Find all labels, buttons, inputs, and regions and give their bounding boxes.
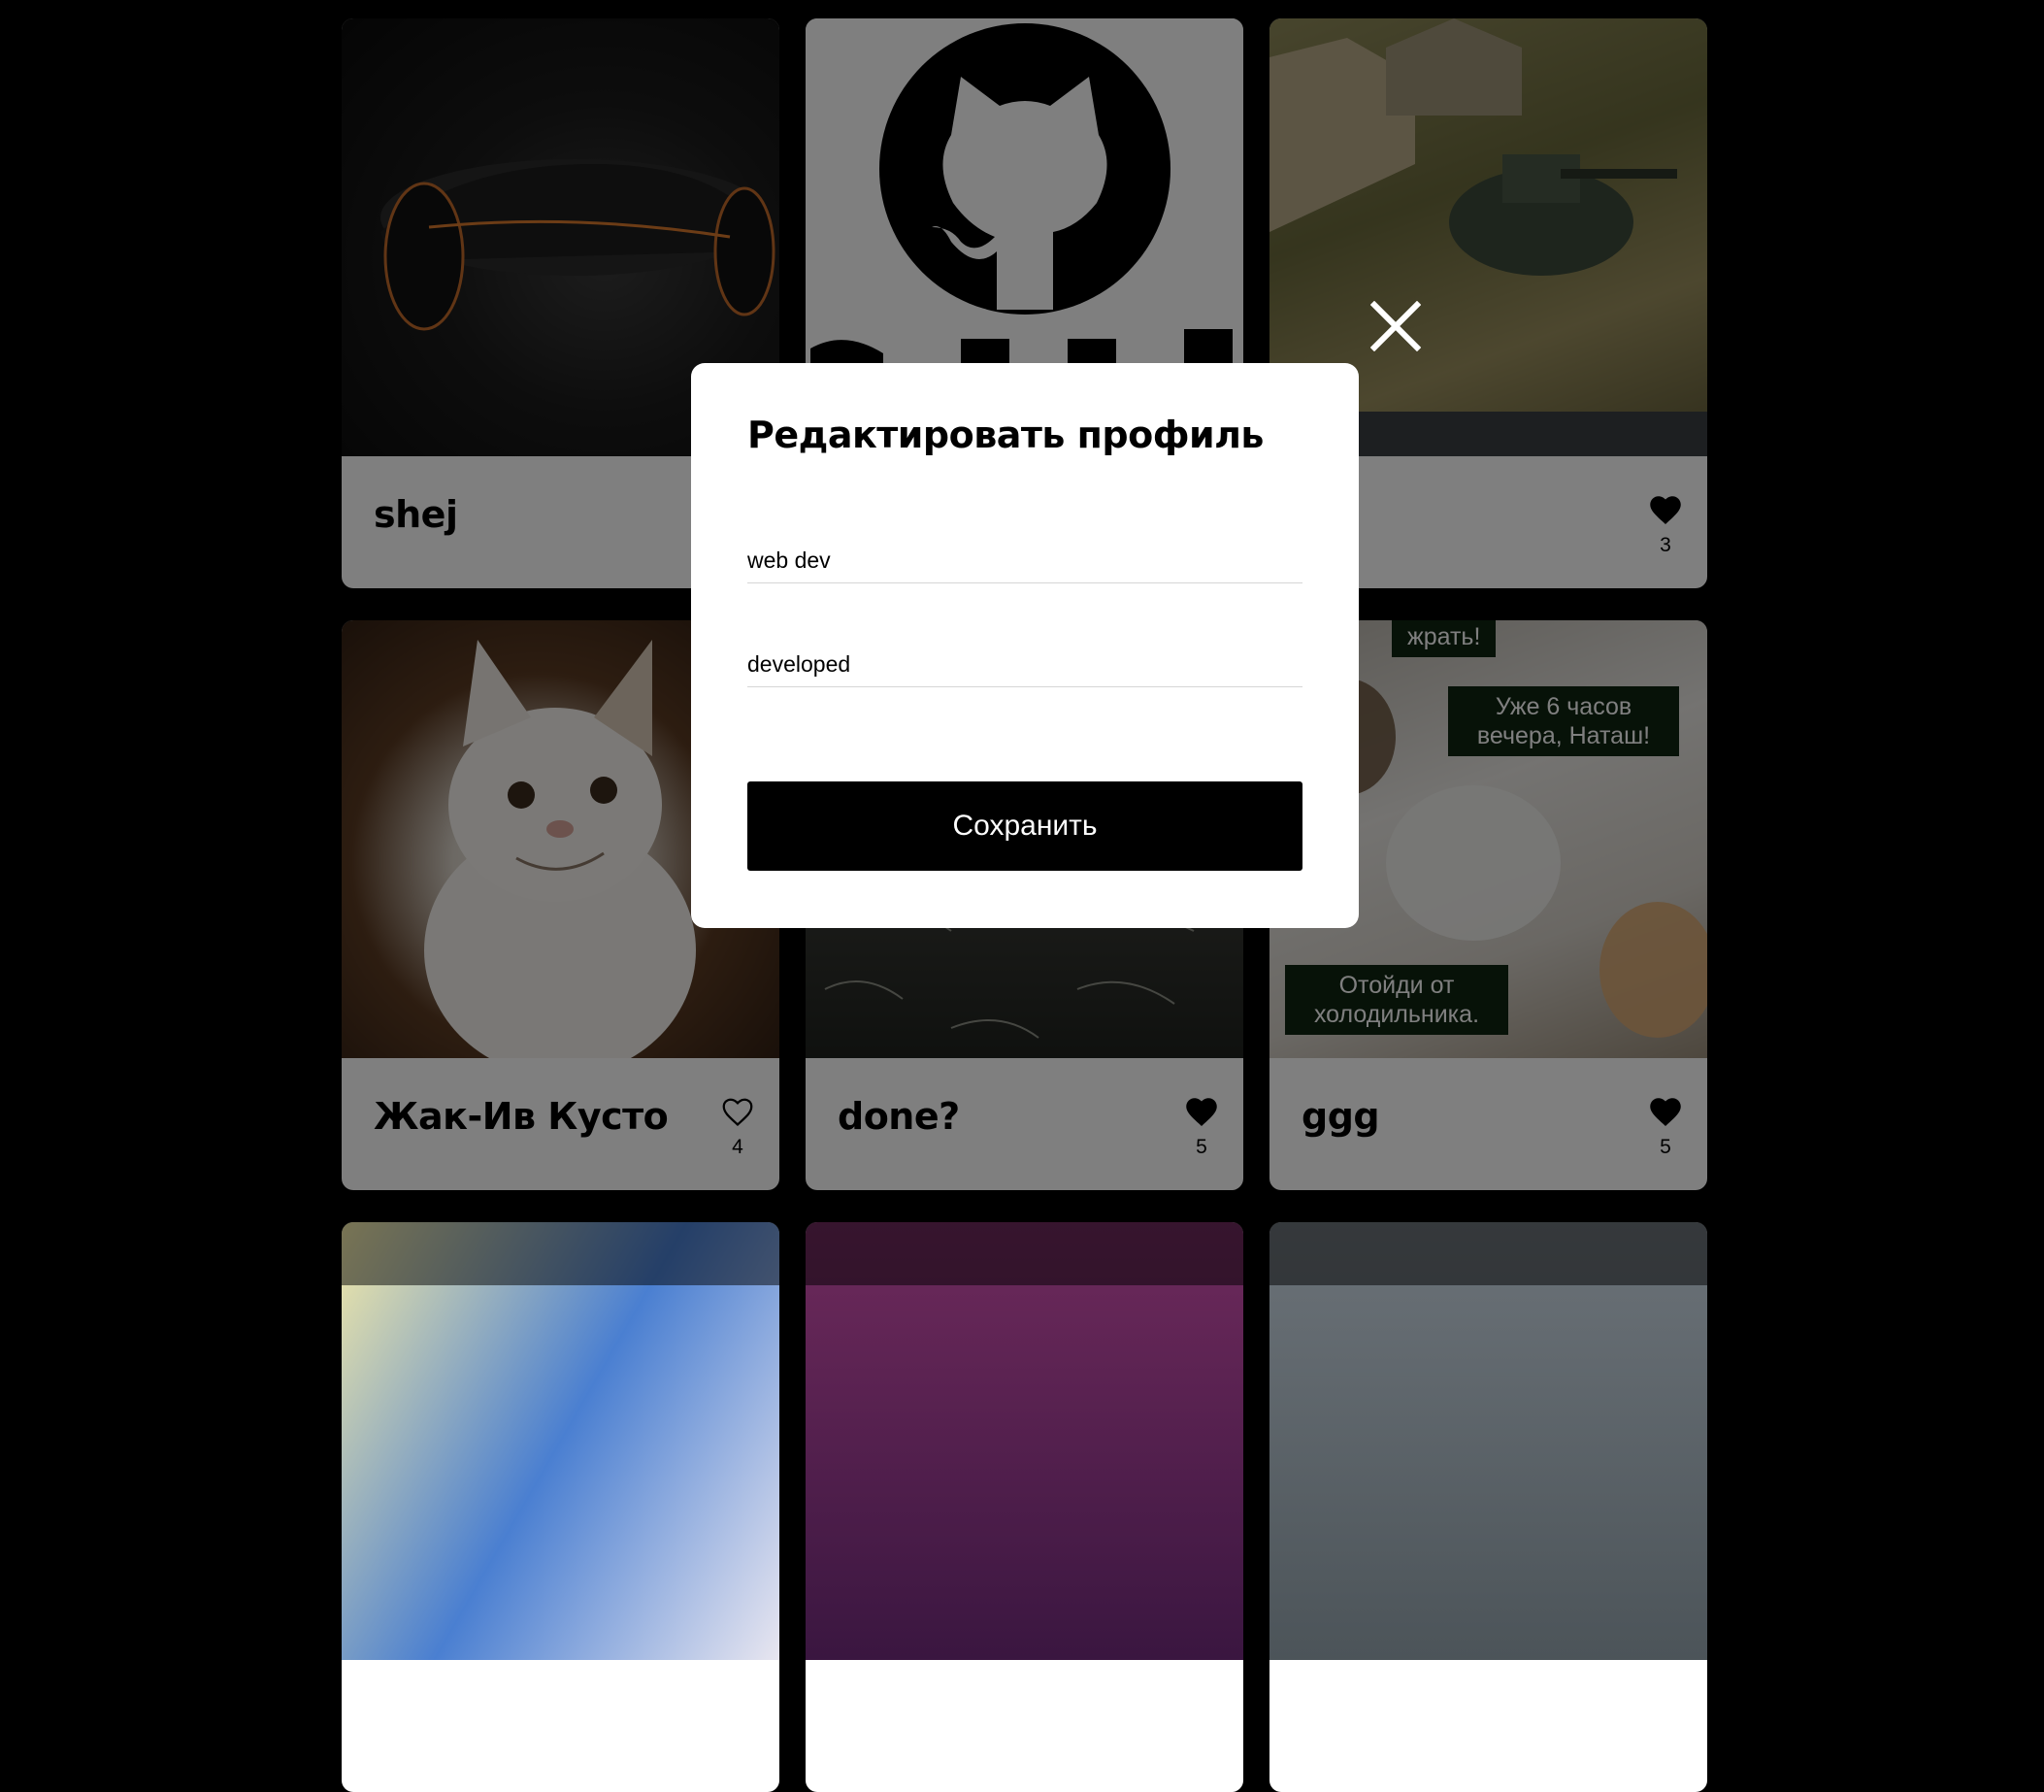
close-button[interactable] — [1369, 300, 1422, 352]
save-button[interactable]: Сохранить — [747, 781, 1302, 871]
edit-profile-modal: Редактировать профиль Сохранить — [691, 363, 1359, 928]
card-image[interactable] — [806, 1222, 1243, 1660]
card-image[interactable] — [342, 1222, 779, 1660]
modal-title: Редактировать профиль — [747, 414, 1264, 456]
photo-card — [806, 1222, 1243, 1792]
card-image[interactable] — [1269, 1222, 1707, 1660]
name-input[interactable] — [747, 538, 1302, 583]
about-input[interactable] — [747, 642, 1302, 687]
photo-card — [1269, 1222, 1707, 1792]
photo-card — [342, 1222, 779, 1792]
close-icon[interactable] — [1369, 300, 1422, 352]
